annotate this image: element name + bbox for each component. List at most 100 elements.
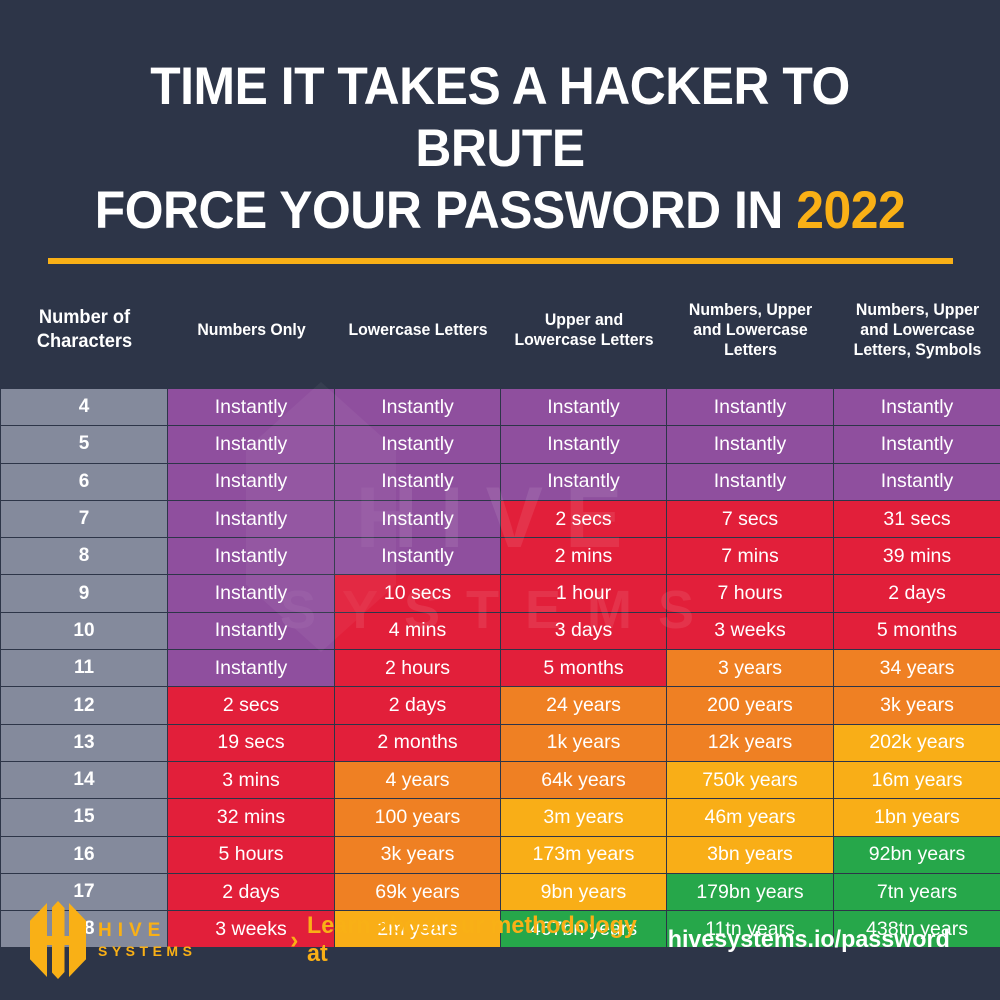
table-cell: Instantly [500,387,667,427]
table-cell: 3k years [833,686,1000,725]
table-cell: 12k years [666,723,834,762]
gold-divider-rule [47,258,953,264]
logo-name-hive: HIVE [98,920,167,941]
table-cell: 173m years [500,835,667,874]
methodology-cta[interactable]: › Learn about our methodology at hivesys… [290,912,950,968]
table-cell: Instantly [334,499,501,539]
row-header-character-count: 8 [0,537,168,576]
table-cell: 3k years [334,835,501,874]
methodology-cta-label: Learn about our methodology at [307,912,637,967]
table-cell: 7 secs [666,499,834,539]
title-line-2: FORCE YOUR PASSWORD IN 2022 [68,180,933,242]
table-cell: 46m years [666,798,834,837]
title-block: TIME IT TAKES A HACKER TO BRUTE FORCE YO… [0,0,1000,264]
table-cell: 1 hour [500,574,667,613]
table-body: 4 Instantly Instantly Instantly Instantly Ins… [0,387,1000,949]
table-row: 7 Instantly Instantly 2 secs 7 secs 31 secs [0,499,1000,539]
hive-hexagon-h-icon [30,901,86,979]
hex-crossbar-icon [44,936,72,945]
table-cell: Instantly [167,462,335,501]
table-cell: Instantly [833,462,1000,501]
table-row: 5 Instantly Instantly Instantly Instantly Ins… [0,425,1000,464]
table-cell: 750k years [666,760,834,800]
table-cell: Instantly [334,537,501,576]
logo-name-systems: SYSTEMS [98,943,197,959]
password-crack-time-table: Number of Characters Numbers Only Lowerc… [0,284,1000,949]
table-cell: 7 hours [666,574,834,613]
chevron-right-icon: › [290,925,299,954]
row-header-character-count: 12 [0,686,168,725]
table-cell: 19 secs [167,723,335,762]
methodology-cta-url[interactable]: hivesystems.io/password [668,926,950,954]
table-cell: 100 years [334,798,501,837]
row-header-character-count: 7 [0,499,168,539]
table-row: 4 Instantly Instantly Instantly Instantly Ins… [0,387,1000,427]
table-cell: Instantly [334,425,501,464]
table-cell: 3 years [666,649,834,688]
hive-systems-logo[interactable]: HIVE SYSTEMS [30,901,280,979]
column-header-upper-and-lowercase-letters: Upper and Lowercase Letters [513,311,654,349]
table-cell: 39 mins [833,537,1000,576]
table-cell: 2 secs [167,686,335,725]
column-header-number-of-characters: Number of Characters [36,307,132,352]
table-cell: Instantly [167,574,335,613]
table-cell: 10 secs [334,574,501,613]
row-header-character-count: 10 [0,611,168,651]
table-cell: Instantly [833,425,1000,464]
column-header-numbers-upper-lowercase-symbols: Numbers, Upper and Lowercase Letters, Sy… [853,301,981,359]
row-header-character-count: 16 [0,835,168,874]
table-cell: 2 months [334,723,501,762]
row-header-character-count: 15 [0,798,168,837]
table-cell: 31 secs [833,499,1000,539]
row-header-character-count: 6 [0,462,168,501]
table-row: 6 Instantly Instantly Instantly Instantly Ins… [0,462,1000,501]
footer: HIVE SYSTEMS › Learn about our methodolo… [0,880,1000,1000]
table-cell: 2 days [334,686,501,725]
table-cell: 3m years [500,798,667,837]
table-cell: Instantly [167,425,335,464]
table-cell: 34 years [833,649,1000,688]
table-cell: 202k years [833,723,1000,762]
table-row: 11 Instantly 2 hours 5 months 3 years 34 year… [0,649,1000,688]
table-cell: 2 mins [500,537,667,576]
row-header-character-count: 9 [0,574,168,613]
table-cell: Instantly [666,387,834,427]
table-cell: Instantly [833,387,1000,427]
table-cell: 7 mins [666,537,834,576]
table-cell: 4 years [334,760,501,800]
password-table-wrapper: HIVE SYSTEMS Number of Characters Number… [0,284,1000,949]
table-cell: 64k years [500,760,667,800]
infographic-root: TIME IT TAKES A HACKER TO BRUTE FORCE YO… [0,0,1000,1000]
title-year: 2022 [796,181,906,240]
table-cell: Instantly [334,462,501,501]
table-cell: Instantly [167,649,335,688]
title-line-2-text: FORCE YOUR PASSWORD IN [94,181,797,240]
table-row: 10 Instantly 4 mins 3 days 3 weeks 5 months [0,611,1000,651]
table-cell: 24 years [500,686,667,725]
table-cell: 2 days [833,574,1000,613]
logo-wordmark: HIVE SYSTEMS [98,921,196,959]
table-cell: 1bn years [833,798,1000,837]
table-cell: Instantly [500,462,667,501]
table-cell: 2 secs [500,499,667,539]
table-row: 13 19 secs 2 months 1k years 12k years 202k y… [0,723,1000,762]
title-line-1: TIME IT TAKES A HACKER TO BRUTE [150,57,850,178]
table-cell: 1k years [500,723,667,762]
table-row: 8 Instantly Instantly 2 mins 7 mins 39 mins [0,537,1000,576]
table-cell: 3 mins [167,760,335,800]
table-cell: 32 mins [167,798,335,837]
table-cell: 3bn years [666,835,834,874]
column-header-lowercase-letters: Lowercase Letters [347,321,488,339]
table-cell: Instantly [167,387,335,427]
table-cell: 16m years [833,760,1000,800]
table-row: 12 2 secs 2 days 24 years 200 years 3k years [0,686,1000,725]
row-header-character-count: 14 [0,760,168,800]
table-cell: 2 hours [334,649,501,688]
table-cell: 92bn years [833,835,1000,874]
row-header-character-count: 11 [0,649,168,688]
table-row: 14 3 mins 4 years 64k years 750k years 16m ye… [0,760,1000,800]
table-cell: 5 hours [167,835,335,874]
row-header-character-count: 13 [0,723,168,762]
table-cell: Instantly [666,462,834,501]
table-row: 16 5 hours 3k years 173m years 3bn years 92bn… [0,835,1000,874]
